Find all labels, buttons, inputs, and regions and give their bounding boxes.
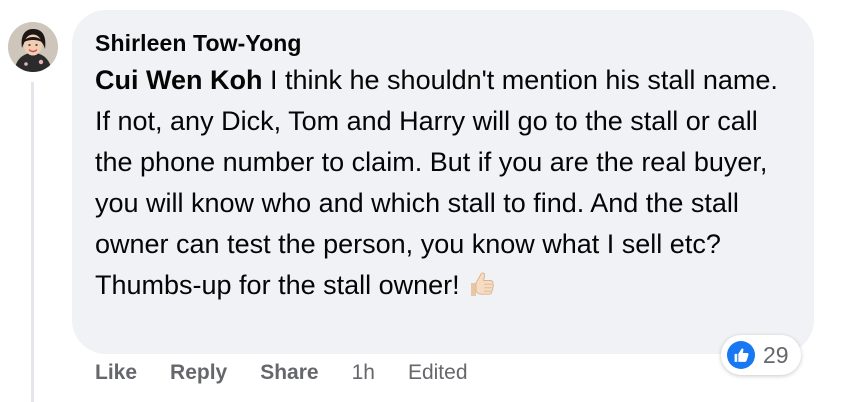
comment-actions: Like Reply Share 1h Edited [95,358,468,388]
like-button[interactable]: Like [95,361,137,385]
avatar-image [8,22,58,72]
avatar[interactable] [8,22,58,72]
comment-text: I think he shouldn't mention his stall n… [95,65,778,300]
comment-body: Cui Wen Koh I think he shouldn't mention… [95,60,800,306]
mention-link[interactable]: Cui Wen Koh [95,65,262,95]
comment-bubble: Shirleen Tow-Yong Cui Wen Koh I think he… [72,10,814,354]
thumbs-up-emoji-icon [466,269,496,299]
thread-connector-line [31,82,34,402]
edited-label[interactable]: Edited [408,361,468,385]
reaction-summary[interactable]: 29 [721,335,801,375]
reply-button[interactable]: Reply [170,361,227,385]
comment-timestamp[interactable]: 1h [352,361,375,385]
comment-author-name[interactable]: Shirleen Tow-Yong [95,30,302,57]
share-button[interactable]: Share [260,361,318,385]
like-icon [727,341,755,369]
reaction-count: 29 [763,341,789,368]
